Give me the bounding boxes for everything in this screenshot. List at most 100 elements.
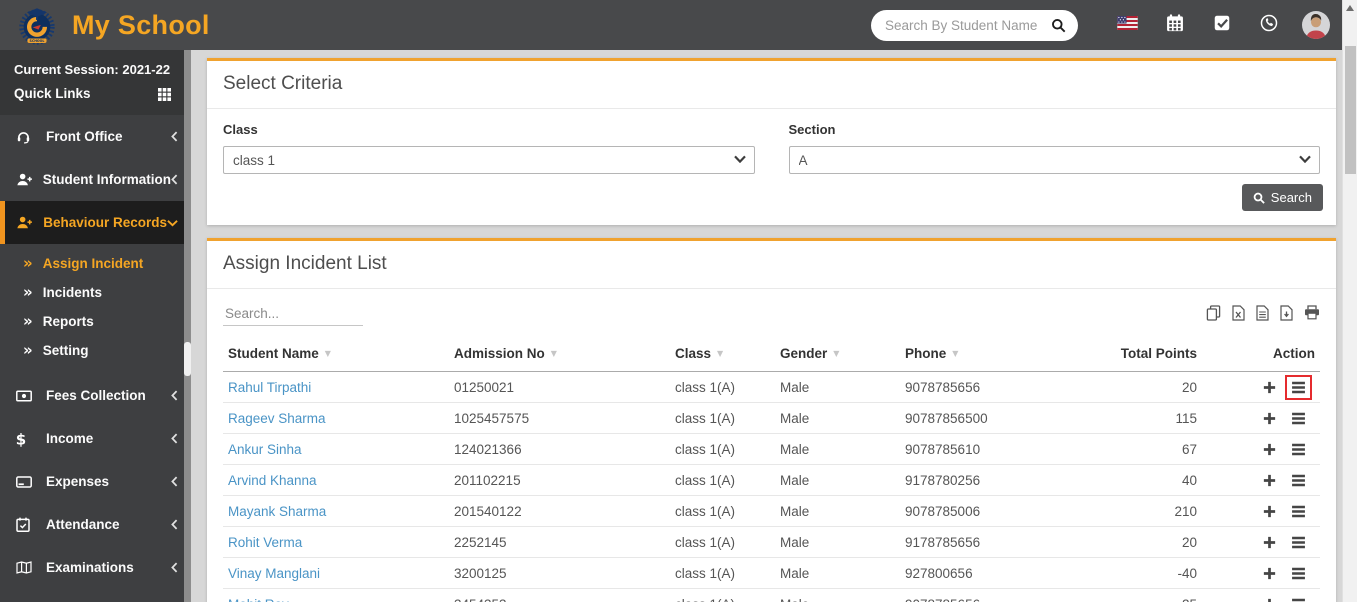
column-header-total-points: Total Points	[1110, 336, 1202, 372]
incident-menu-button[interactable]	[1291, 412, 1306, 425]
money-icon	[16, 390, 46, 402]
action-cell	[1202, 496, 1320, 527]
table-row: Arvind Khanna201102215class 1(A)Male9178…	[223, 465, 1320, 496]
user-avatar-button[interactable]	[1292, 11, 1339, 39]
action-cell	[1202, 589, 1320, 602]
student-name-link[interactable]: Arvind Khanna	[223, 465, 449, 496]
export-excel-button[interactable]	[1232, 305, 1245, 321]
table-row: Vinay Manglani3200125class 1(A)Male92780…	[223, 558, 1320, 589]
brand: SCHOOL My School	[0, 4, 210, 46]
class-cell: class 1(A)	[670, 403, 775, 434]
column-header-gender[interactable]: Gender▼	[775, 336, 900, 372]
chevron-down-icon	[167, 219, 178, 227]
sidebar: Current Session: 2021-22 Quick Links Fro…	[0, 50, 191, 602]
gender-cell: Male	[775, 403, 900, 434]
table-search-input[interactable]	[223, 302, 363, 326]
sidebar-subitem-setting[interactable]: »Setting	[0, 336, 191, 365]
sidebar-item-online-examinations[interactable]: Online Examinations	[0, 589, 191, 602]
student-name-link[interactable]: Rohit Verma	[223, 527, 449, 558]
calendar-button[interactable]	[1151, 14, 1198, 37]
search-button[interactable]: Search	[1242, 184, 1323, 211]
export-csv-button[interactable]	[1256, 305, 1269, 321]
student-search-input[interactable]	[883, 17, 1051, 34]
sidebar-subitem-assign-incident[interactable]: »Assign Incident	[0, 249, 191, 278]
sidebar-subitem-incidents[interactable]: »Incidents	[0, 278, 191, 307]
sidebar-item-expenses[interactable]: Expenses	[0, 460, 191, 503]
chevron-left-icon	[171, 476, 178, 487]
sidebar-scrollbar-thumb[interactable]	[184, 342, 191, 376]
incident-menu-button-highlighted[interactable]	[1291, 381, 1306, 394]
sidebar-subitem-reports[interactable]: »Reports	[0, 307, 191, 336]
class-cell: class 1(A)	[670, 434, 775, 465]
assign-incident-plus-button[interactable]	[1263, 536, 1276, 549]
class-cell: class 1(A)	[670, 558, 775, 589]
search-icon	[1253, 192, 1265, 204]
sort-icon: ▼	[833, 349, 839, 358]
table-row: Mayank Sharma201540122class 1(A)Male9078…	[223, 496, 1320, 527]
sidebar-item-student-information[interactable]: Student Information	[0, 158, 191, 201]
incident-menu-button[interactable]	[1291, 598, 1306, 602]
assign-incident-plus-button[interactable]	[1263, 567, 1276, 580]
header-icons	[1104, 11, 1339, 39]
gender-cell: Male	[775, 496, 900, 527]
us-flag-button[interactable]	[1104, 16, 1151, 35]
total-points-cell: 20	[1110, 372, 1202, 403]
student-name-link[interactable]: Mohit Roy	[223, 589, 449, 602]
sidebar-item-attendance[interactable]: Attendance	[0, 503, 191, 546]
student-name-link[interactable]: Ankur Sinha	[223, 434, 449, 465]
action-cell	[1202, 434, 1320, 465]
admission-no-cell: 201540122	[449, 496, 670, 527]
grid-icon[interactable]	[158, 88, 171, 101]
student-name-link[interactable]: Vinay Manglani	[223, 558, 449, 589]
scroll-up-arrow-icon[interactable]	[1346, 5, 1354, 11]
incident-menu-button[interactable]	[1291, 536, 1306, 549]
phone-cell: 9078785656	[900, 589, 1110, 602]
search-icon[interactable]	[1051, 18, 1066, 33]
assign-incident-plus-button[interactable]	[1263, 381, 1276, 394]
sidebar-item-income[interactable]: $Income	[0, 417, 191, 460]
student-name-link[interactable]: Mayank Sharma	[223, 496, 449, 527]
assign-incident-plus-button[interactable]	[1263, 505, 1276, 518]
export-print-button[interactable]	[1304, 305, 1320, 321]
page-scrollbar-thumb[interactable]	[1345, 46, 1356, 174]
export-copy-button[interactable]	[1206, 305, 1221, 321]
assign-incident-plus-button[interactable]	[1263, 474, 1276, 487]
table-header-row: Student Name▼Admission No▼Class▼Gender▼P…	[223, 336, 1320, 372]
angles-right-icon: »	[23, 256, 33, 271]
action-cell	[1202, 403, 1320, 434]
sidebar-item-front-office[interactable]: Front Office	[0, 115, 191, 158]
column-header-class[interactable]: Class▼	[670, 336, 775, 372]
assign-incident-plus-button[interactable]	[1263, 412, 1276, 425]
column-header-phone[interactable]: Phone▼	[900, 336, 1110, 372]
incident-menu-button[interactable]	[1291, 474, 1306, 487]
page-scrollbar[interactable]	[1342, 0, 1357, 602]
sidebar-item-behaviour-records[interactable]: Behaviour Records	[0, 201, 191, 244]
current-session-label: Current Session: 2021-22	[14, 58, 177, 82]
whatsapp-button[interactable]	[1245, 14, 1292, 37]
gender-cell: Male	[775, 465, 900, 496]
export-pdf-button[interactable]	[1280, 305, 1293, 321]
session-block: Current Session: 2021-22 Quick Links	[0, 50, 191, 115]
student-name-link[interactable]: Rahul Tirpathi	[223, 372, 449, 403]
incident-menu-button[interactable]	[1291, 567, 1306, 580]
sidebar-scrollbar[interactable]	[184, 50, 191, 602]
column-header-admission-no[interactable]: Admission No▼	[449, 336, 670, 372]
column-header-student-name[interactable]: Student Name▼	[223, 336, 449, 372]
sidebar-menu: Front OfficeStudent InformationBehaviour…	[0, 115, 191, 602]
sidebar-item-examinations[interactable]: Examinations	[0, 546, 191, 589]
admission-no-cell: 01250021	[449, 372, 670, 403]
sidebar-item-fees-collection[interactable]: Fees Collection	[0, 374, 191, 417]
incident-menu-button[interactable]	[1291, 443, 1306, 456]
assign-incident-plus-button[interactable]	[1263, 598, 1276, 602]
school-emblem-icon[interactable]: SCHOOL	[16, 4, 58, 46]
class-cell: class 1(A)	[670, 589, 775, 602]
select-criteria-title: Select Criteria	[207, 61, 1336, 109]
dollar-icon: $	[16, 431, 46, 447]
class-select[interactable]: class 1	[223, 146, 755, 174]
assign-incident-plus-button[interactable]	[1263, 443, 1276, 456]
student-name-link[interactable]: Rageev Sharma	[223, 403, 449, 434]
incident-menu-button[interactable]	[1291, 505, 1306, 518]
tasks-button[interactable]	[1198, 15, 1245, 36]
admission-no-cell: 2252145	[449, 527, 670, 558]
section-select[interactable]: A	[789, 146, 1321, 174]
